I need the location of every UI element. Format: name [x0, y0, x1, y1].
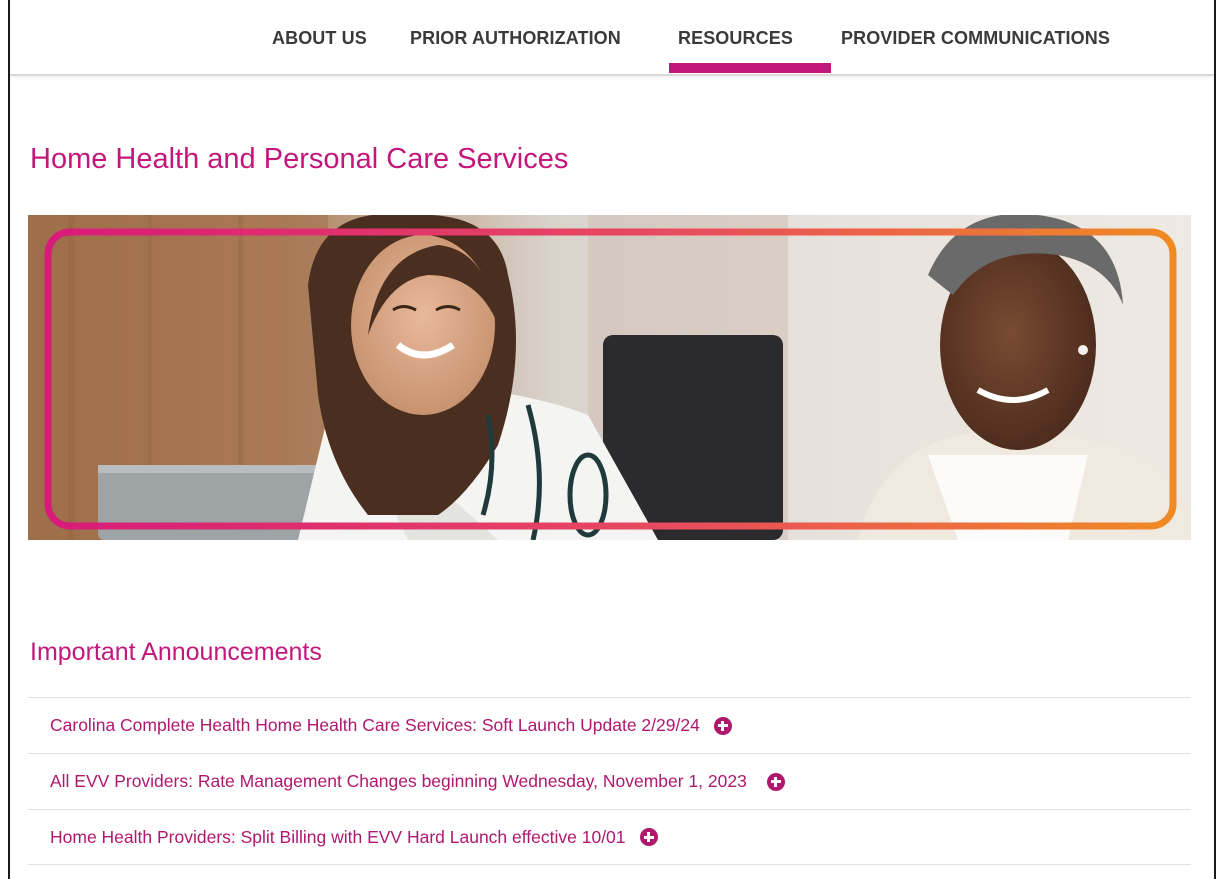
announcement-link[interactable]: All EVV Providers: Rate Management Chang…: [50, 771, 747, 792]
nav-active-indicator: [669, 63, 831, 73]
page-title: Home Health and Personal Care Services: [30, 143, 569, 175]
announcement-item[interactable]: Home Health Providers: Split Billing wit…: [28, 809, 1191, 865]
header: ABOUT US PRIOR AUTHORIZATION RESOURCES P…: [10, 0, 1214, 76]
announcements-list: Carolina Complete Health Home Health Car…: [28, 697, 1191, 865]
plus-circle-icon[interactable]: [713, 716, 732, 735]
plus-circle-icon[interactable]: [766, 772, 785, 791]
announcement-item[interactable]: Carolina Complete Health Home Health Car…: [28, 697, 1191, 753]
hero-image: [28, 215, 1191, 540]
announcements-heading: Important Announcements: [30, 638, 322, 666]
nav-resources[interactable]: RESOURCES: [678, 28, 793, 49]
main-nav: ABOUT US PRIOR AUTHORIZATION RESOURCES P…: [10, 28, 1214, 76]
announcement-item[interactable]: All EVV Providers: Rate Management Chang…: [28, 753, 1191, 809]
page-frame: ABOUT US PRIOR AUTHORIZATION RESOURCES P…: [8, 0, 1216, 879]
plus-circle-icon[interactable]: [639, 828, 658, 846]
announcement-link[interactable]: Carolina Complete Health Home Health Car…: [50, 715, 700, 736]
nav-prior-authorization[interactable]: PRIOR AUTHORIZATION: [410, 28, 621, 49]
announcement-link[interactable]: Home Health Providers: Split Billing wit…: [50, 827, 626, 848]
nav-provider-communications[interactable]: PROVIDER COMMUNICATIONS: [841, 28, 1110, 49]
nav-about-us[interactable]: ABOUT US: [272, 28, 367, 49]
